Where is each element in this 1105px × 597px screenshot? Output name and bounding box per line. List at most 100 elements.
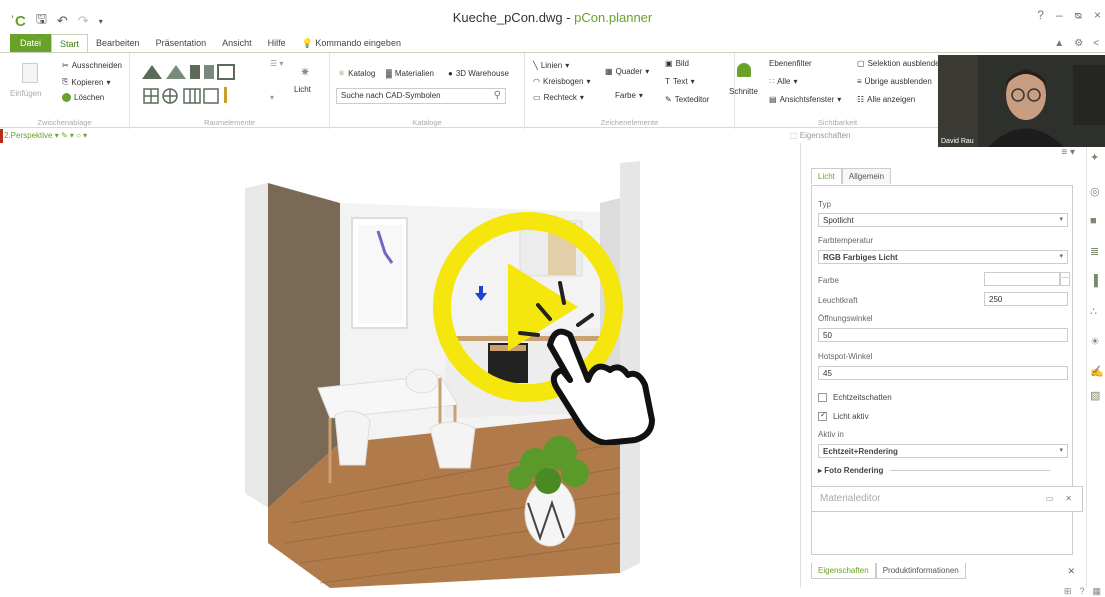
aktiv-in-select[interactable]: Echtzeit+Rendering ▾ [818,444,1068,458]
restore-icon[interactable]: ▭ [1046,494,1054,503]
video-play-overlay[interactable] [420,195,670,446]
image-gallery-icon[interactable]: ▧ [1090,389,1104,402]
tab-ansicht[interactable]: Ansicht [214,34,260,52]
tab-produktinformationen[interactable]: Produktinformationen [875,563,966,579]
settings-icon[interactable]: ⚙ [1074,38,1083,49]
checkbox-empty[interactable] [818,393,827,402]
viewwindow-icon: ▤ [769,95,777,104]
tab-allgemein[interactable]: Allgemein [841,168,892,184]
section-divider [889,470,1050,472]
texteditor-button[interactable]: ✎ Texteditor [665,95,709,104]
group-label-clipboard: Zwischenablage [37,118,92,127]
color-swatch[interactable] [984,272,1060,286]
sections-button[interactable] [737,63,751,77]
layers-icon: ∷ [769,77,775,86]
play-icon[interactable] [420,195,670,446]
rect-button[interactable]: ▭ Rechteck ▾ [533,93,584,102]
licht-aktiv-label: Licht aktiv [833,412,869,421]
group-clipboard: Einfügen ✂ Ausschneiden ⎘ Kopieren ▾ Lösche… [0,53,130,129]
lines-button[interactable]: ╲ Linien ▾ [533,61,569,70]
typ-label: Typ [818,200,831,209]
close-icon[interactable]: ✕ [1065,494,1072,503]
show-all-icon: ☷ [857,95,865,104]
material-icon[interactable]: ∴ [1090,305,1104,318]
tab-datei[interactable]: Datei [10,34,52,52]
gift-icon[interactable]: ✦ [1090,151,1104,164]
tab-start[interactable]: Start [51,34,89,52]
echtzeitschatten-checkbox[interactable]: Echtzeitschatten [818,393,892,402]
cut-button[interactable]: ✂ Ausschneiden [62,61,122,70]
chevron-down-icon: ▾ [1059,216,1063,223]
color-button[interactable]: Farbe ▾ [615,91,643,100]
tab-eigenschaften[interactable]: Eigenschaften [811,563,876,579]
box-icon[interactable]: ■ [1090,215,1104,227]
tab-hilfe[interactable]: Hilfe [260,34,294,52]
tab-licht[interactable]: Licht [811,168,842,184]
oeffnung-input[interactable]: 50 [818,328,1068,342]
tab-praesentation[interactable]: Präsentation [148,34,215,52]
copy-label: Kopieren [71,77,104,87]
3d-warehouse-button[interactable]: ● 3D Warehouse [448,69,509,78]
light-button[interactable]: Licht [294,85,311,94]
color-picker-button[interactable]: … [1060,272,1070,286]
user-icon[interactable]: ▲ [1054,38,1064,49]
arc-button[interactable]: ◠ Kreisbogen ▾ [533,77,590,86]
panel-menu-icon[interactable]: ≡ ▾ [1061,147,1075,158]
properties-panel: ≡ ▾ Licht Allgemein Typ Spotlicht ▾ Farbt… [800,143,1085,590]
light-icon[interactable]: ✷ [300,65,310,79]
image-button[interactable]: ▣ Bild [665,59,689,68]
copy-button[interactable]: ⎘ Kopieren ▾ [62,77,110,87]
text-button[interactable]: T Text ▾ [665,77,695,86]
room-more-icon[interactable]: ☰ ▾ [270,59,283,68]
delete-button[interactable]: Löschen [62,93,104,102]
cuboid-button[interactable]: ▦ Quader ▾ [605,67,649,76]
presenter-video [938,55,1105,147]
snap-icon[interactable]: ⊞ [1064,586,1072,597]
kitchen-3d-scene[interactable] [0,143,800,590]
close-icon[interactable]: × [1094,8,1101,22]
minimize-icon[interactable]: – [1056,8,1063,22]
tab-bearbeiten[interactable]: Bearbeiten [88,34,148,52]
hide-others-label: Übrige ausblenden [864,77,932,86]
chevron-down-icon: ▾ [1059,447,1063,454]
panel-close-icon[interactable]: ✕ [1067,566,1075,577]
command-input[interactable]: 💡 Kommando eingeben [294,34,409,52]
scissors-icon: ✂ [62,61,69,70]
farbtemp-select[interactable]: RGB Farbiges Licht ▾ [818,250,1068,264]
brush-icon[interactable]: ✍ [1090,365,1104,378]
search-icon[interactable]: ⚲ [494,90,501,101]
checkbox-checked[interactable] [818,410,827,421]
help-icon[interactable]: ? [1079,586,1084,597]
presenter-name: David Rau [941,138,974,145]
foto-rendering-section[interactable]: ▸ Foto Rendering [818,466,1050,475]
viewwindow-button[interactable]: ▤ Ansichtsfenster ▾ [769,95,841,104]
sun-icon[interactable]: ☀ [1090,335,1104,348]
cad-search-input[interactable]: Suche nach CAD-Symbolen ⚲ [336,88,506,104]
materialeditor-window[interactable]: Materialeditor ▭ ✕ [811,486,1083,512]
hide-selection-button[interactable]: ▢ Selektion ausblenden [857,59,944,68]
library-icon[interactable]: ▐ [1090,275,1104,287]
hotspot-input[interactable]: 45 [818,366,1068,380]
maximize-icon[interactable]: ᴓ [1075,8,1082,22]
globe-icon[interactable]: ◎ [1090,185,1104,198]
viewport-title[interactable]: 2.Perspektive [4,131,52,140]
typ-select[interactable]: Spotlicht ▾ [818,213,1068,227]
leuchtkraft-input[interactable]: 250 [984,292,1068,306]
viewport-pen-icon[interactable]: ▾ ✎ ▾ ○ ▾ [55,131,87,140]
panel-float-icon[interactable]: ⬚ [790,131,798,140]
licht-aktiv-checkbox[interactable]: Licht aktiv [818,410,869,421]
layer-all-dropdown[interactable]: ∷ Alle ▾ [769,77,797,86]
layers-icon[interactable]: ≣ [1090,245,1104,258]
webcam-overlay: David Rau [938,55,1105,147]
help-icon[interactable]: ? [1037,8,1044,22]
warehouse-label: 3D Warehouse [455,69,509,78]
3d-viewport[interactable] [0,143,800,590]
materials-button[interactable]: ▓ Materialien [386,69,434,78]
grid-icon[interactable]: ▦ [1092,586,1101,597]
room-wall-dropdown[interactable]: ▾ [270,93,274,102]
share-icon[interactable]: < [1093,38,1099,49]
catalog-button[interactable]: ⚛ Katalog [338,69,375,78]
hide-others-button[interactable]: ≡ Übrige ausblenden [857,77,932,86]
show-all-button[interactable]: ☷ Alle anzeigen [857,95,915,104]
paste-button[interactable] [22,63,38,83]
